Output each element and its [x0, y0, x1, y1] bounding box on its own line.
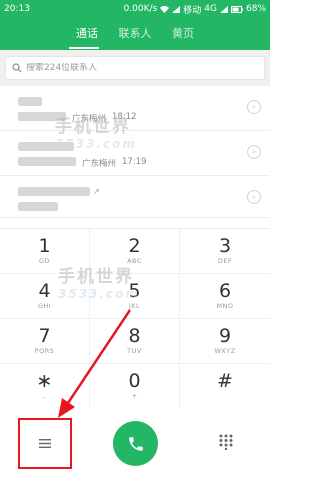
- battery-level: 68%: [245, 4, 266, 14]
- call-time: 18:12: [112, 112, 137, 122]
- key-digit: 2: [128, 235, 141, 257]
- tab-contacts[interactable]: 联系人: [111, 25, 159, 41]
- battery-icon: [230, 5, 243, 13]
- chevron-right-icon[interactable]: ›: [247, 190, 261, 204]
- search-box[interactable]: [5, 56, 265, 80]
- search-icon: [12, 63, 22, 73]
- menu-button[interactable]: [18, 418, 72, 469]
- net-speed: 0.00K/s: [123, 4, 158, 14]
- key-letters: ,: [43, 392, 46, 400]
- tab-calls[interactable]: 通话: [63, 25, 111, 41]
- key-digit: 8: [128, 325, 141, 347]
- key-letters: GHI: [37, 302, 52, 310]
- key-letters: JKL: [128, 302, 141, 310]
- key-digit: 6: [218, 280, 232, 302]
- call-time: 17:19: [122, 157, 147, 167]
- active-tab-indicator: [69, 47, 99, 49]
- key-digit: 4: [38, 280, 51, 302]
- signal-icon: [219, 5, 228, 13]
- key-digit: #: [217, 370, 233, 392]
- key-digit: 7: [38, 325, 51, 347]
- search-input[interactable]: [26, 63, 258, 73]
- call-log-item[interactable]: 广东梅州 17:19 ›: [0, 131, 270, 176]
- key-letters: TUV: [127, 347, 142, 355]
- chevron-right-icon[interactable]: ›: [247, 100, 261, 114]
- carrier: 移动: [183, 5, 202, 16]
- key-5[interactable]: 5 JKL: [90, 274, 180, 319]
- call-location: 广东梅州: [82, 159, 117, 169]
- key-digit: 5: [128, 280, 141, 302]
- status-time: 20:13: [4, 4, 30, 14]
- network-type: 4G: [204, 4, 217, 14]
- wifi-icon: [160, 5, 170, 13]
- call-button[interactable]: [113, 421, 158, 466]
- status-bar: 20:13 0.00K/s 移动 4G 68%: [0, 0, 270, 18]
- key-digit: 0: [128, 370, 141, 392]
- tab-yellow-pages[interactable]: 黄页: [159, 25, 207, 41]
- key-0[interactable]: 0 +: [90, 364, 180, 409]
- key-letters: GD: [38, 257, 51, 265]
- status-indicators: 0.00K/s 移动 4G 68%: [124, 3, 266, 16]
- call-log-item[interactable]: ↗ ›: [0, 176, 270, 218]
- call-details: 广东梅州 18:12: [18, 112, 252, 124]
- outgoing-call-icon: ↗: [93, 187, 100, 196]
- call-name: [18, 139, 252, 153]
- chevron-right-icon[interactable]: ›: [247, 145, 261, 159]
- phone-icon: [128, 436, 143, 451]
- key-6[interactable]: 6 MNO: [180, 274, 270, 319]
- key-letters: ABC: [127, 257, 142, 265]
- key-digit: 1: [38, 235, 51, 257]
- key-digit: ∗: [36, 370, 53, 392]
- key-3[interactable]: 3 DEF: [180, 229, 270, 274]
- key-8[interactable]: 8 TUV: [90, 319, 180, 364]
- key-digit: 9: [218, 325, 232, 347]
- search-area: [0, 50, 270, 86]
- header: 通话 联系人 黄页: [0, 18, 270, 50]
- highlight-box: [18, 418, 72, 469]
- call-name: [18, 94, 252, 108]
- key-letters: PQRS: [34, 347, 55, 355]
- call-details: 广东梅州 17:19: [18, 157, 252, 169]
- bottom-bar: [0, 408, 270, 480]
- key-letters: +: [131, 392, 138, 400]
- key-letters: DEF: [217, 257, 233, 265]
- key-star[interactable]: ∗,: [0, 364, 90, 409]
- key-1[interactable]: 1 GD: [0, 229, 90, 274]
- key-letters: WXYZ: [214, 347, 236, 355]
- signal-icon: [172, 5, 181, 13]
- key-hash[interactable]: #: [180, 364, 270, 409]
- tab-bar: 通话 联系人 黄页: [0, 18, 270, 48]
- call-location: 广东梅州: [72, 114, 107, 124]
- key-9[interactable]: 9 WXYZ: [180, 319, 270, 364]
- call-log-item[interactable]: 广东梅州 18:12 ›: [0, 86, 270, 131]
- call-name: ↗: [18, 184, 252, 198]
- call-log: 广东梅州 18:12 › 广东梅州 17:19 › ↗ ›: [0, 86, 270, 218]
- call-details: [18, 202, 252, 211]
- key-letters: MNO: [216, 302, 234, 310]
- key-digit: 3: [218, 235, 232, 257]
- key-7[interactable]: 7 PQRS: [0, 319, 90, 364]
- dialpad-icon[interactable]: [219, 434, 233, 450]
- key-2[interactable]: 2 ABC: [90, 229, 180, 274]
- dialpad: 1 GD 2 ABC 3 DEF 4 GHI 5 JKL 6 MNO 7 PQRS 8 TUV …: [0, 228, 270, 409]
- key-4[interactable]: 4 GHI: [0, 274, 90, 319]
